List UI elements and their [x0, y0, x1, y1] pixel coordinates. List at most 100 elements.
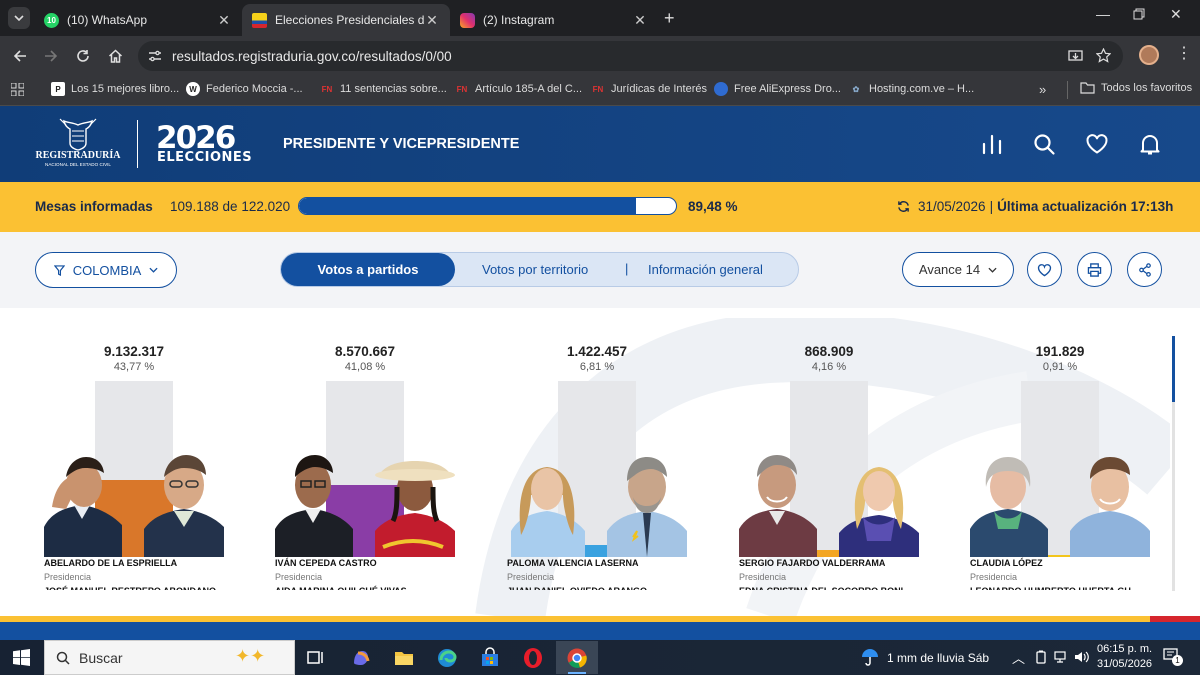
close-tab-icon[interactable]: ✕ [632, 12, 648, 29]
filter-icon [53, 264, 65, 276]
bookmark-item[interactable]: FN Jurídicas de Interés [591, 82, 707, 96]
arrow-left-icon [13, 50, 26, 62]
heart-icon[interactable] [1085, 132, 1109, 156]
weather-text[interactable]: 1 mm de lluvia Sáb [887, 651, 989, 665]
candidate-role: Presidencia [44, 572, 92, 582]
avance-dropdown[interactable]: Avance 14 [902, 252, 1014, 287]
install-app-icon[interactable] [1068, 49, 1083, 63]
bookmark-item[interactable]: Free AliExpress Dro... [714, 82, 841, 96]
share-button[interactable] [1127, 252, 1162, 287]
bookmark-label: Todos los favoritos [1101, 82, 1193, 94]
network-icon[interactable] [1054, 650, 1070, 664]
notification-count: 1 [1172, 655, 1183, 666]
opera-icon[interactable] [522, 647, 544, 669]
update-time: Última actualización 17:13h [997, 199, 1174, 214]
apps-grid-icon[interactable] [11, 83, 24, 96]
bookmark-label: Artículo 185-A del C... [475, 83, 582, 95]
heart-icon [1037, 263, 1052, 276]
bookmark-item[interactable]: FN 11 sentencias sobre... [320, 82, 447, 96]
candidate-card[interactable]: 191.829 0,91 % CLAUDIA LÓPEZ Presidencia… [970, 340, 1150, 600]
url-bar[interactable]: resultados.registraduria.gov.co/resultad… [138, 41, 1123, 71]
volume-icon[interactable] [1074, 650, 1090, 664]
minimize-button[interactable]: — [1096, 6, 1110, 22]
profile-avatar[interactable] [1139, 45, 1159, 65]
tab-search-button[interactable] [8, 7, 30, 29]
share-icon [1138, 262, 1151, 277]
bookmark-item[interactable]: P Los 15 mejores libro... [51, 82, 179, 96]
tab-title: (2) Instagram [483, 13, 555, 27]
print-button[interactable] [1077, 252, 1112, 287]
close-tab-icon[interactable]: ✕ [424, 12, 440, 29]
bookmark-label: 11 sentencias sobre... [340, 83, 447, 95]
back-button[interactable] [9, 45, 31, 67]
bookmark-item[interactable]: ✿ Hosting.com.ve – H... [849, 82, 975, 96]
mesas-progress-bar [298, 197, 677, 215]
bookmark-item[interactable]: FN Artículo 185-A del C... [455, 82, 582, 96]
battery-icon[interactable] [1034, 650, 1048, 664]
results-scrollbar[interactable] [1172, 336, 1175, 591]
tab-elecciones[interactable]: Elecciones Presidenciales de la R ✕ [242, 4, 450, 36]
store-icon[interactable] [479, 647, 501, 669]
site-info-icon[interactable] [148, 49, 162, 63]
candidate-card[interactable]: 8.570.667 41,08 % IVÁN CEPEDA CASTRO Pre… [275, 340, 455, 600]
all-favorites-folder[interactable]: Todos los favoritos [1080, 82, 1192, 94]
search-icon [56, 651, 70, 665]
update-date: 31/05/2026 [918, 199, 986, 214]
bell-icon[interactable] [1138, 132, 1162, 156]
menu-dots-icon[interactable]: ⋮ [1176, 46, 1192, 62]
windows-start-icon[interactable] [13, 649, 30, 666]
copilot-icon[interactable] [350, 647, 372, 669]
clock[interactable]: 06:15 p. m. 31/05/2026 [1097, 642, 1152, 672]
update-separator: | [989, 199, 994, 214]
refresh-icon[interactable] [897, 200, 910, 213]
bookmark-label: Los 15 mejores libro... [71, 83, 180, 95]
tab-votos-a-partidos[interactable]: Votos a partidos [281, 253, 455, 286]
notifications-button[interactable]: 1 [1163, 648, 1183, 666]
bookmarks-overflow-button[interactable]: » [1039, 82, 1046, 97]
umbrella-rain-icon[interactable] [860, 648, 880, 666]
tray-overflow-icon[interactable]: ︿ [1012, 648, 1025, 667]
mesas-percent: 89,48 % [688, 199, 738, 214]
close-tab-icon[interactable]: ✕ [216, 12, 232, 29]
forward-button[interactable] [40, 45, 62, 67]
last-update: 31/05/2026 | Última actualización 17:13h [897, 199, 1173, 214]
candidate-name: CLAUDIA LÓPEZ [970, 558, 1043, 568]
elecciones-label: ELECCIONES [157, 150, 253, 165]
reload-button[interactable] [72, 45, 94, 67]
bookmark-favicon [714, 82, 728, 96]
candidate-name: ABELARDO DE LA ESPRIELLA [44, 558, 178, 568]
browser-toolbar: resultados.registraduria.gov.co/resultad… [0, 36, 1200, 76]
tab-votos-por-territorio[interactable]: Votos por territorio [482, 262, 588, 277]
tab-whatsapp[interactable]: 10 (10) WhatsApp ✕ [34, 4, 242, 36]
candidate-percent: 41,08 % [344, 361, 386, 373]
region-dropdown[interactable]: COLOMBIA [35, 252, 177, 288]
maximize-button[interactable] [1133, 8, 1145, 20]
coat-of-arms-logo[interactable] [56, 117, 100, 151]
favorite-button[interactable] [1027, 252, 1062, 287]
active-indicator [568, 672, 586, 674]
candidate-card[interactable]: 1.422.457 6,81 % PALOMA VALENCIA LASERNA… [507, 340, 687, 600]
reload-icon [77, 50, 89, 62]
candidate-card[interactable]: 868.909 4,16 % SERGIO FAJARDO VALDERRAMA… [739, 340, 919, 600]
bookmark-item[interactable]: W Federico Moccia -... [186, 82, 303, 96]
new-tab-button[interactable]: + [664, 8, 675, 29]
edge-icon[interactable] [436, 647, 458, 669]
star-icon[interactable] [1096, 48, 1111, 63]
candidate-photo [275, 455, 455, 557]
file-explorer-icon[interactable] [393, 647, 415, 669]
candidate-card[interactable]: 9.132.317 43,77 % ABELARDO DE LA ESPRIEL… [44, 340, 224, 600]
tab-instagram[interactable]: (2) Instagram ✕ [450, 4, 658, 36]
folder-icon [1080, 82, 1095, 94]
taskbar-search[interactable]: Buscar ✦✦ [44, 640, 295, 675]
candidate-role: Presidencia [970, 572, 1018, 582]
close-window-button[interactable]: ✕ [1170, 6, 1182, 23]
search-icon[interactable] [1032, 132, 1056, 156]
task-view-icon[interactable] [305, 647, 327, 669]
chrome-icon[interactable] [566, 647, 588, 669]
home-button[interactable] [104, 45, 126, 67]
bar-chart-icon[interactable] [980, 132, 1004, 156]
bookmarks-bar: P Los 15 mejores libro... W Federico Mocci… [0, 76, 1200, 106]
vice-candidate-name: AIDA MARINA QUILCUÉ VIVAS [275, 584, 453, 590]
tab-informacion-general[interactable]: Información general [648, 262, 763, 277]
scrollbar-thumb[interactable] [1172, 336, 1175, 402]
